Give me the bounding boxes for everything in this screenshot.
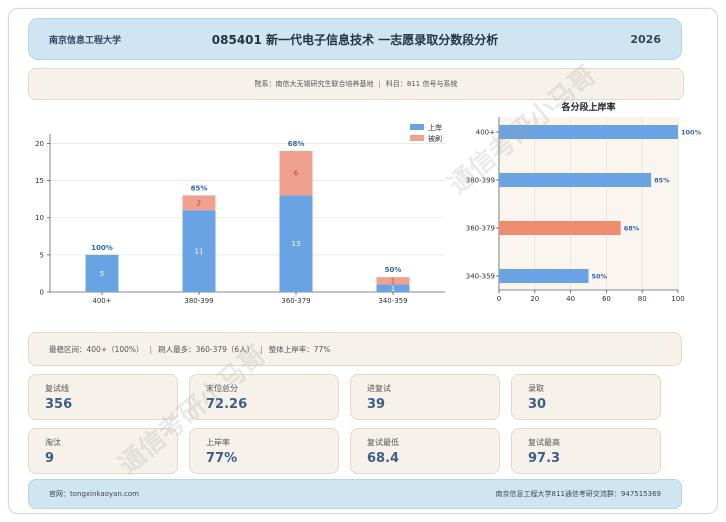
summary-most: 刷人最多：360-379（6人） (158, 344, 255, 354)
stat-value: 68.4 (367, 451, 400, 466)
page: 南京信息工程大学 085401 新一代电子信息技术 一志愿录取分数段分析 202… (0, 0, 726, 522)
stat-label: 复试线 (45, 384, 69, 393)
legend-label: 被刷 (428, 134, 442, 143)
segment-value-label: 2 (197, 199, 201, 207)
y-tick-label: 340-359 (466, 273, 495, 281)
stat-card: 复试线 356 (28, 374, 178, 420)
stat-value: 97.3 (528, 451, 561, 466)
rate-bar (499, 173, 652, 187)
stat-label: 上岸率 (206, 438, 230, 447)
footer-bar: 官网：tongxinkaoyan.com 南京信息工程大学811通信考研交流群：… (28, 479, 682, 509)
summary-bar: 最稳区间：400+（100%） | 刷人最多：360-379（6人） | 整体上… (28, 332, 682, 366)
rate-label: 50% (385, 266, 402, 274)
x-tick-label: 340-359 (378, 297, 407, 305)
summary-stable: 最稳区间：400+（100%） (49, 344, 144, 354)
y-tick-label: 380-399 (466, 177, 495, 185)
legend-swatch (410, 135, 424, 141)
stat-label: 复试最低 (367, 438, 399, 447)
stat-value: 9 (45, 451, 55, 466)
stat-card: 淘汰 9 (28, 428, 178, 474)
x-tick-label: 400+ (92, 297, 111, 305)
rate-bar (499, 269, 589, 283)
segment-value-label: 1 (391, 277, 395, 285)
x-tick-label: 20 (530, 295, 539, 303)
stat-value: 30 (528, 397, 547, 412)
stat-card: 上岸率 77% (189, 428, 339, 474)
stat-card: 复试最高 97.3 (511, 428, 661, 474)
stat-label: 复试最高 (528, 438, 560, 447)
rate-label: 68% (288, 140, 305, 148)
segment-value-label: 5 (100, 270, 104, 278)
x-tick-label: 380-399 (184, 297, 213, 305)
stat-label: 录取 (528, 384, 544, 393)
y-tick-label: 0 (40, 289, 44, 297)
plot-background (499, 117, 678, 290)
x-tick-label: 360-379 (281, 297, 310, 305)
y-tick-label: 20 (35, 140, 44, 148)
stat-label: 末位总分 (206, 384, 238, 393)
legend-label: 上岸 (428, 123, 442, 132)
chart-title: 各分段上岸率 (560, 101, 615, 113)
rate-label: 85% (191, 184, 208, 192)
segment-value-label: 13 (292, 240, 301, 248)
stat-value: 77% (206, 451, 238, 466)
summary-overall: 整体上岸率：77% (268, 344, 331, 354)
stat-value: 356 (45, 397, 73, 412)
summary-separator: | (260, 344, 263, 354)
y-tick-label: 15 (35, 177, 44, 185)
x-tick-label: 80 (638, 295, 647, 303)
rate-value-label: 85% (654, 177, 670, 185)
footer-site: 官网：tongxinkaoyan.com (49, 490, 139, 498)
x-tick-label: 60 (602, 295, 611, 303)
rate-value-label: 50% (592, 273, 608, 281)
x-tick-label: 0 (497, 295, 501, 303)
y-tick-label: 10 (35, 214, 44, 222)
legend-swatch (410, 124, 424, 130)
stat-card: 进复试 39 (350, 374, 500, 420)
stat-value: 72.26 (206, 397, 248, 412)
y-tick-label: 360-379 (466, 225, 495, 233)
x-tick-label: 100 (671, 295, 684, 303)
y-tick-label: 400+ (476, 129, 495, 137)
y-tick-label: 5 (40, 251, 44, 259)
rate-bar (499, 125, 678, 139)
rate-label: 100% (91, 244, 113, 252)
stat-card: 末位总分 72.26 (189, 374, 339, 420)
footer-group: 南京信息工程大学811通信考研交流群：947515369 (495, 490, 661, 498)
rate-value-label: 100% (681, 129, 702, 137)
segment-value-label: 1 (391, 285, 395, 293)
stat-label: 淘汰 (45, 438, 61, 447)
stat-card: 复试最低 68.4 (350, 428, 500, 474)
stat-label: 进复试 (367, 384, 391, 393)
summary-separator: | (149, 344, 153, 354)
segment-value-label: 11 (195, 248, 204, 256)
segment-value-label: 6 (294, 170, 299, 178)
rate-value-label: 68% (624, 225, 640, 233)
rate-bar (499, 221, 621, 235)
x-tick-label: 40 (566, 295, 575, 303)
stat-card: 录取 30 (511, 374, 661, 420)
stat-value: 39 (367, 397, 386, 412)
